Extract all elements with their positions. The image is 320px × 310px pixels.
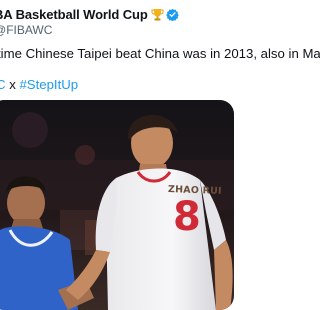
handle-text: FIBAWC: [6, 23, 53, 37]
author-handle[interactable]: @FIBAWC: [0, 23, 52, 37]
author-display-name[interactable]: BA Basketball World Cup: [0, 7, 148, 22]
tweet-hashtags: C x #StepItUp: [0, 77, 78, 92]
hashtag-link[interactable]: #StepItUp: [19, 77, 78, 92]
tweet-header: BA Basketball World Cup @FIBAWC: [0, 0, 300, 40]
tweet-text: time Chinese Taipei beat China was in 20…: [0, 46, 320, 61]
tweet-media-photo[interactable]: ZHAO RUI 8: [0, 100, 234, 310]
trophy-icon: [151, 8, 164, 21]
verified-badge-icon: [165, 8, 179, 22]
hashtag-separator: x: [9, 77, 16, 92]
author-row[interactable]: BA Basketball World Cup: [0, 7, 179, 22]
jersey-number: 8: [173, 194, 201, 240]
hashtag-link[interactable]: C: [0, 77, 6, 92]
